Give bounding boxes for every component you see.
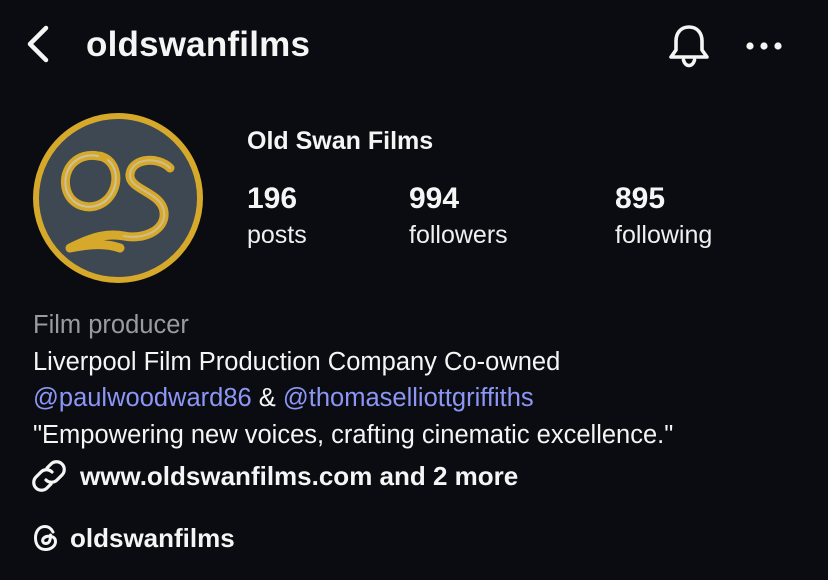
threads-username: oldswanfilms bbox=[70, 523, 235, 553]
external-links[interactable]: www.oldswanfilms.com and 2 more bbox=[32, 456, 518, 496]
back-button[interactable] bbox=[22, 22, 58, 66]
link-icon bbox=[32, 460, 66, 492]
stat-following[interactable]: 895 following bbox=[615, 180, 712, 252]
bio-description: Liverpool Film Production Company Co-own… bbox=[33, 347, 561, 376]
header-username: oldswanfilms bbox=[86, 25, 311, 64]
bio-category: Film producer bbox=[33, 311, 189, 339]
ellipsis-icon bbox=[746, 42, 782, 50]
stat-following-count: 895 bbox=[615, 182, 666, 215]
stat-followers-count: 994 bbox=[409, 182, 460, 215]
bell-icon bbox=[669, 25, 709, 68]
external-links-text: www.oldswanfilms.com and 2 more bbox=[80, 461, 519, 491]
profile-avatar[interactable] bbox=[32, 112, 204, 284]
mention-link-paulwoodward86[interactable]: @paulwoodward86 bbox=[33, 384, 252, 412]
stat-followers-label: followers bbox=[409, 221, 508, 249]
stat-followers[interactable]: 994 followers bbox=[409, 180, 508, 252]
more-options-button[interactable] bbox=[742, 26, 786, 66]
stat-posts-label: posts bbox=[247, 221, 307, 249]
mention-link-thomaselliottgriffiths[interactable]: @thomaselliottgriffiths bbox=[283, 384, 534, 412]
threads-profile-link[interactable]: oldswanfilms bbox=[32, 518, 235, 558]
bio-quote: "Empowering new voices, crafting cinemat… bbox=[33, 420, 674, 449]
stat-posts-count: 196 bbox=[247, 182, 298, 215]
stat-following-label: following bbox=[615, 221, 713, 249]
notifications-button[interactable] bbox=[664, 20, 714, 70]
stat-posts[interactable]: 196 posts bbox=[247, 180, 307, 252]
old-swan-films-logo bbox=[33, 113, 203, 283]
chevron-left-icon bbox=[27, 25, 49, 63]
threads-icon bbox=[34, 525, 57, 551]
profile-display-name: Old Swan Films bbox=[247, 127, 434, 155]
profile-bio: Film producer Liverpool Film Production … bbox=[33, 307, 813, 453]
bio-connector: & bbox=[251, 384, 283, 412]
profile-header: oldswanfilms bbox=[0, 0, 828, 90]
bio-mentions-line: @paulwoodward86 & @thomaselliottgriffith… bbox=[33, 380, 813, 417]
